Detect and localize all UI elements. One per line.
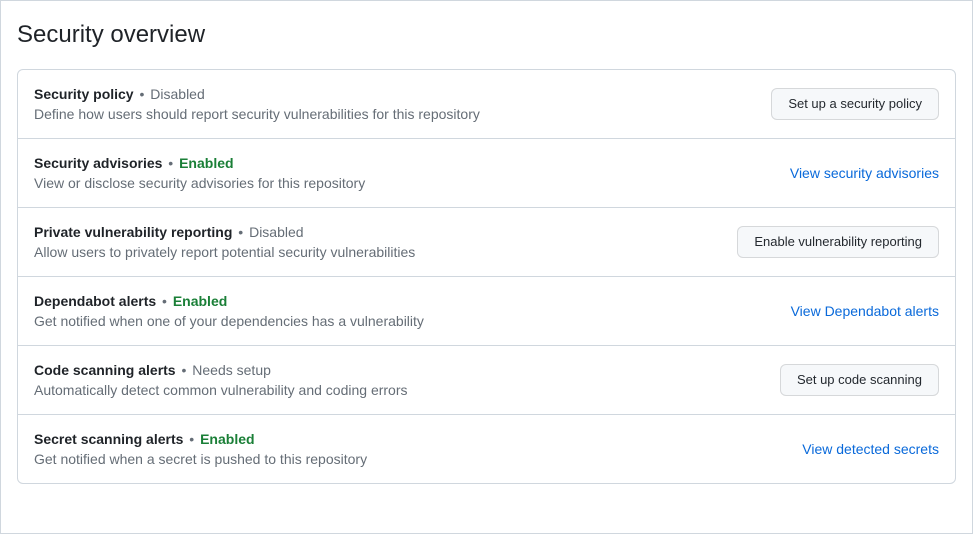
setup-security-policy-button[interactable]: Set up a security policy bbox=[771, 88, 939, 120]
row-action: Enable vulnerability reporting bbox=[737, 226, 939, 258]
row-description: Get notified when one of your dependenci… bbox=[34, 313, 775, 329]
separator: • bbox=[178, 362, 191, 378]
view-dependabot-alerts-link[interactable]: View Dependabot alerts bbox=[791, 303, 939, 319]
row-description: View or disclose security advisories for… bbox=[34, 175, 774, 191]
row-title: Dependabot alerts bbox=[34, 293, 156, 309]
row-title-line: Secret scanning alerts • Enabled bbox=[34, 431, 786, 447]
security-overview-container: Security overview Security policy • Disa… bbox=[0, 0, 973, 534]
row-content: Private vulnerability reporting • Disabl… bbox=[34, 224, 721, 260]
private-vulnerability-reporting-row: Private vulnerability reporting • Disabl… bbox=[18, 208, 955, 277]
row-action: Set up a security policy bbox=[771, 88, 939, 120]
security-panel: Security policy • Disabled Define how use… bbox=[17, 69, 956, 484]
row-title: Secret scanning alerts bbox=[34, 431, 183, 447]
row-title: Code scanning alerts bbox=[34, 362, 176, 378]
row-description: Define how users should report security … bbox=[34, 106, 755, 122]
setup-code-scanning-button[interactable]: Set up code scanning bbox=[780, 364, 939, 396]
status-badge: Needs setup bbox=[192, 362, 271, 378]
separator: • bbox=[234, 224, 247, 240]
row-action: View detected secrets bbox=[802, 441, 939, 457]
separator: • bbox=[164, 155, 177, 171]
row-title: Security advisories bbox=[34, 155, 162, 171]
view-security-advisories-link[interactable]: View security advisories bbox=[790, 165, 939, 181]
code-scanning-alerts-row: Code scanning alerts • Needs setup Automa… bbox=[18, 346, 955, 415]
row-action: View security advisories bbox=[790, 165, 939, 181]
row-content: Security advisories • Enabled View or dis… bbox=[34, 155, 774, 191]
status-badge: Enabled bbox=[173, 293, 227, 309]
status-badge: Enabled bbox=[179, 155, 233, 171]
status-badge: Enabled bbox=[200, 431, 254, 447]
view-detected-secrets-link[interactable]: View detected secrets bbox=[802, 441, 939, 457]
security-advisories-row: Security advisories • Enabled View or dis… bbox=[18, 139, 955, 208]
row-title-line: Security policy • Disabled bbox=[34, 86, 755, 102]
dependabot-alerts-row: Dependabot alerts • Enabled Get notified … bbox=[18, 277, 955, 346]
status-badge: Disabled bbox=[249, 224, 303, 240]
row-action: Set up code scanning bbox=[780, 364, 939, 396]
secret-scanning-alerts-row: Secret scanning alerts • Enabled Get noti… bbox=[18, 415, 955, 483]
row-content: Secret scanning alerts • Enabled Get noti… bbox=[34, 431, 786, 467]
row-description: Get notified when a secret is pushed to … bbox=[34, 451, 786, 467]
separator: • bbox=[185, 431, 198, 447]
row-title: Security policy bbox=[34, 86, 134, 102]
row-title-line: Code scanning alerts • Needs setup bbox=[34, 362, 764, 378]
row-title-line: Private vulnerability reporting • Disabl… bbox=[34, 224, 721, 240]
row-title-line: Dependabot alerts • Enabled bbox=[34, 293, 775, 309]
separator: • bbox=[136, 86, 149, 102]
page-title: Security overview bbox=[17, 21, 956, 49]
enable-vulnerability-reporting-button[interactable]: Enable vulnerability reporting bbox=[737, 226, 939, 258]
security-policy-row: Security policy • Disabled Define how use… bbox=[18, 70, 955, 139]
row-action: View Dependabot alerts bbox=[791, 303, 939, 319]
row-content: Security policy • Disabled Define how use… bbox=[34, 86, 755, 122]
status-badge: Disabled bbox=[150, 86, 204, 102]
row-title: Private vulnerability reporting bbox=[34, 224, 232, 240]
row-title-line: Security advisories • Enabled bbox=[34, 155, 774, 171]
row-content: Code scanning alerts • Needs setup Automa… bbox=[34, 362, 764, 398]
row-description: Allow users to privately report potentia… bbox=[34, 244, 721, 260]
separator: • bbox=[158, 293, 171, 309]
row-content: Dependabot alerts • Enabled Get notified … bbox=[34, 293, 775, 329]
row-description: Automatically detect common vulnerabilit… bbox=[34, 382, 764, 398]
